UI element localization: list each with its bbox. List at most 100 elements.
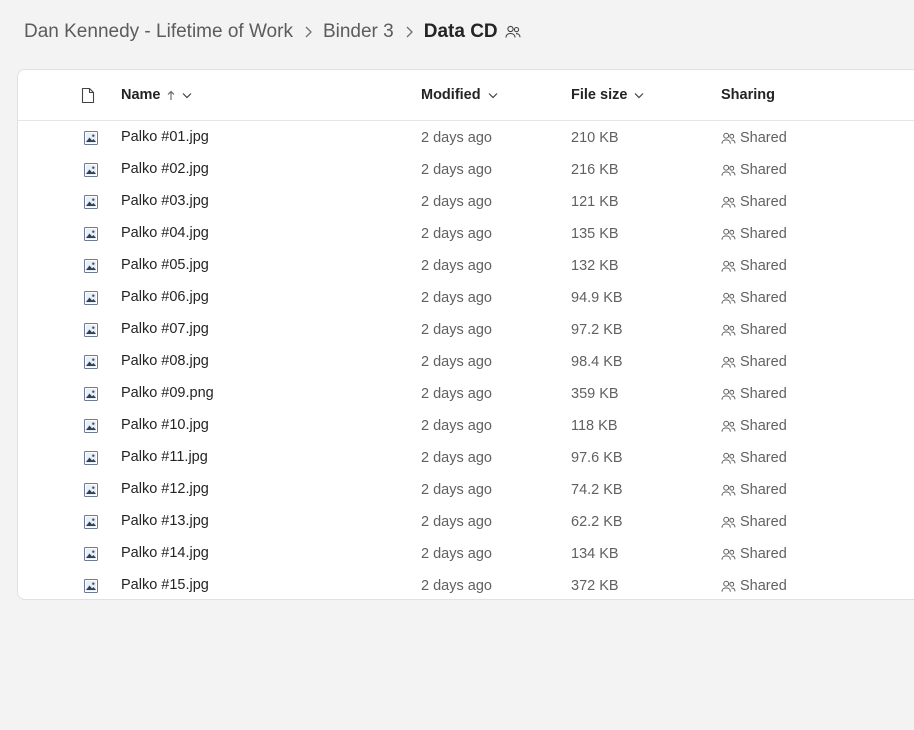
file-row[interactable]: Palko #09.png 2 days ago 359 KB Shared <box>18 378 914 410</box>
file-sharing-status[interactable]: Shared <box>721 474 787 506</box>
shared-people-icon <box>721 228 736 240</box>
file-size: 134 KB <box>571 546 619 562</box>
file-name[interactable]: Palko #03.jpg <box>121 185 209 217</box>
file-modified: 2 days ago <box>421 450 492 466</box>
file-sharing-status[interactable]: Shared <box>721 538 787 570</box>
sharing-label: Shared <box>740 226 787 242</box>
file-row[interactable]: Palko #10.jpg 2 days ago 118 KB Shared <box>18 410 914 442</box>
file-name[interactable]: Palko #08.jpg <box>121 345 209 377</box>
file-name[interactable]: Palko #11.jpg <box>121 441 208 473</box>
file-row[interactable]: Palko #08.jpg 2 days ago 98.4 KB Shared <box>18 346 914 378</box>
sharing-label: Shared <box>740 194 787 210</box>
file-row[interactable]: Palko #15.jpg 2 days ago 372 KB Shared <box>18 570 914 602</box>
file-row[interactable]: Palko #13.jpg 2 days ago 62.2 KB Shared <box>18 506 914 538</box>
file-sharing-status[interactable]: Shared <box>721 218 787 250</box>
file-sharing-status[interactable]: Shared <box>721 506 787 538</box>
file-row[interactable]: Palko #11.jpg 2 days ago 97.6 KB Shared <box>18 442 914 474</box>
file-name[interactable]: Palko #10.jpg <box>121 409 209 441</box>
file-name[interactable]: Palko #01.jpg <box>121 121 209 153</box>
file-sharing-status[interactable]: Shared <box>721 250 787 282</box>
file-row[interactable]: Palko #04.jpg 2 days ago 135 KB Shared <box>18 218 914 250</box>
file-modified: 2 days ago <box>421 546 492 562</box>
image-file-icon <box>84 154 98 186</box>
file-row[interactable]: Palko #12.jpg 2 days ago 74.2 KB Shared <box>18 474 914 506</box>
file-modified: 2 days ago <box>421 578 492 594</box>
sharing-label: Shared <box>740 258 787 274</box>
file-sharing-status[interactable]: Shared <box>721 410 787 442</box>
chevron-down-icon[interactable] <box>634 92 644 99</box>
file-name[interactable]: Palko #06.jpg <box>121 281 209 313</box>
sort-ascending-icon <box>167 90 175 101</box>
file-name[interactable]: Palko #04.jpg <box>121 217 209 249</box>
file-row[interactable]: Palko #03.jpg 2 days ago 121 KB Shared <box>18 186 914 218</box>
name-column-header[interactable]: Name <box>121 70 192 120</box>
image-file-icon <box>84 570 98 602</box>
file-name[interactable]: Palko #05.jpg <box>121 249 209 281</box>
file-modified: 2 days ago <box>421 258 492 274</box>
file-sharing-status[interactable]: Shared <box>721 122 787 154</box>
chevron-down-icon[interactable] <box>488 92 498 99</box>
image-file-icon <box>84 378 98 410</box>
breadcrumb: Dan Kennedy - Lifetime of Work Binder 3 … <box>24 18 521 46</box>
file-sharing-status[interactable]: Shared <box>721 378 787 410</box>
file-size: 97.2 KB <box>571 322 623 338</box>
file-modified: 2 days ago <box>421 226 492 242</box>
file-sharing-status[interactable]: Shared <box>721 346 787 378</box>
file-name[interactable]: Palko #12.jpg <box>121 473 209 505</box>
image-file-icon <box>84 410 98 442</box>
file-row[interactable]: Palko #01.jpg 2 days ago 210 KB Shared <box>18 122 914 154</box>
shared-people-icon <box>721 132 736 144</box>
file-type-column-header[interactable] <box>81 70 95 120</box>
file-row[interactable]: Palko #06.jpg 2 days ago 94.9 KB Shared <box>18 282 914 314</box>
file-name[interactable]: Palko #14.jpg <box>121 537 209 569</box>
file-size: 98.4 KB <box>571 354 623 370</box>
shared-people-icon <box>721 164 736 176</box>
shared-people-icon <box>721 516 736 528</box>
shared-people-icon <box>721 292 736 304</box>
file-sharing-status[interactable]: Shared <box>721 442 787 474</box>
file-size: 359 KB <box>571 386 619 402</box>
file-size-column-header[interactable]: File size <box>571 70 644 120</box>
image-file-icon <box>84 186 98 218</box>
file-name[interactable]: Palko #15.jpg <box>121 569 209 601</box>
file-size: 97.6 KB <box>571 450 623 466</box>
file-row[interactable]: Palko #07.jpg 2 days ago 97.2 KB Shared <box>18 314 914 346</box>
shared-people-icon <box>721 548 736 560</box>
file-modified: 2 days ago <box>421 418 492 434</box>
image-file-icon <box>84 282 98 314</box>
file-row[interactable]: Palko #05.jpg 2 days ago 132 KB Shared <box>18 250 914 282</box>
image-file-icon <box>84 218 98 250</box>
modified-column-header[interactable]: Modified <box>421 70 498 120</box>
file-row[interactable]: Palko #02.jpg 2 days ago 216 KB Shared <box>18 154 914 186</box>
file-sharing-status[interactable]: Shared <box>721 186 787 218</box>
shared-people-icon <box>721 484 736 496</box>
sharing-label: Shared <box>740 418 787 434</box>
breadcrumb-current-folder: Data CD <box>423 21 498 42</box>
file-sharing-status[interactable]: Shared <box>721 314 787 346</box>
sharing-label: Shared <box>740 514 787 530</box>
file-name[interactable]: Palko #13.jpg <box>121 505 209 537</box>
chevron-down-icon[interactable] <box>182 92 192 99</box>
shared-people-icon[interactable] <box>505 25 521 39</box>
sharing-label: Shared <box>740 482 787 498</box>
shared-people-icon <box>721 420 736 432</box>
file-name[interactable]: Palko #02.jpg <box>121 153 209 185</box>
file-size: 135 KB <box>571 226 619 242</box>
sharing-column-header: Sharing <box>721 87 775 103</box>
file-list-header: Name Modified File size Sharing <box>18 70 914 121</box>
breadcrumb-item-root[interactable]: Dan Kennedy - Lifetime of Work <box>24 21 293 43</box>
file-modified: 2 days ago <box>421 162 492 178</box>
file-sharing-status[interactable]: Shared <box>721 154 787 186</box>
file-sharing-status[interactable]: Shared <box>721 282 787 314</box>
file-list: Name Modified File size Sharing Palko #0… <box>17 69 914 600</box>
file-modified: 2 days ago <box>421 322 492 338</box>
image-file-icon <box>84 122 98 154</box>
file-sharing-status[interactable]: Shared <box>721 570 787 602</box>
image-file-icon <box>84 346 98 378</box>
file-modified: 2 days ago <box>421 130 492 146</box>
file-name[interactable]: Palko #07.jpg <box>121 313 209 345</box>
file-row[interactable]: Palko #14.jpg 2 days ago 134 KB Shared <box>18 538 914 570</box>
file-modified: 2 days ago <box>421 354 492 370</box>
file-name[interactable]: Palko #09.png <box>121 377 214 409</box>
breadcrumb-item-binder[interactable]: Binder 3 <box>323 21 394 43</box>
